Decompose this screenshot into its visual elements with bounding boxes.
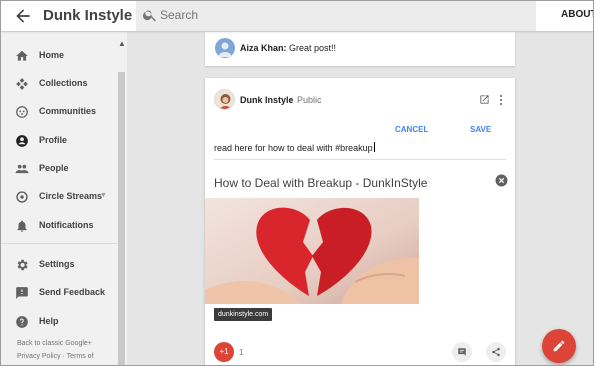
share-icon — [492, 347, 500, 357]
sidebar-item-label: Home — [39, 50, 65, 60]
top-bar: Dunk Instyle Search ABOUT — [1, 1, 593, 31]
sidebar-item-home[interactable]: Home — [1, 45, 117, 67]
sidebar-item-label: Send Feedback — [39, 287, 106, 297]
share-button[interactable] — [486, 342, 506, 362]
sidebar-item-label: Collections — [39, 78, 88, 88]
comment-card: Aiza Khan: Great post!! — [205, 32, 515, 66]
post-edit-text: read here for how to deal with #breakup — [214, 143, 373, 153]
sidebar: ▲ Home Collections Communities Profile P… — [1, 32, 127, 365]
sidebar-item-label: Communities — [39, 106, 97, 116]
pencil-icon — [553, 340, 565, 352]
scroll-up-arrow-icon[interactable]: ▲ — [118, 39, 126, 48]
communities-icon — [16, 106, 28, 118]
sidebar-item-settings[interactable]: Settings — [1, 254, 117, 276]
sidebar-divider — [1, 243, 117, 244]
home-icon — [16, 50, 28, 61]
sidebar-item-collections[interactable]: Collections — [1, 73, 117, 95]
remove-link-icon[interactable] — [495, 174, 508, 187]
plus-one-button[interactable]: +1 — [214, 342, 234, 362]
comment-body: Great post!! — [286, 43, 337, 53]
about-link[interactable]: ABOUT — [561, 9, 593, 20]
app-frame: Dunk Instyle Search ABOUT ▲ Home Collect… — [0, 0, 594, 366]
sidebar-item-circle-streams[interactable]: Circle Streams ▼ — [1, 186, 117, 208]
settings-icon — [17, 259, 28, 271]
sidebar-item-label: People — [39, 163, 69, 173]
text-cursor — [373, 142, 375, 152]
chevron-down-icon[interactable]: ▼ — [100, 192, 107, 199]
post-author[interactable]: Dunk Instyle — [240, 95, 294, 105]
sidebar-item-notifications[interactable]: Notifications — [1, 215, 117, 237]
link-preview-image[interactable] — [205, 198, 419, 304]
feedback-icon — [16, 287, 28, 299]
collections-icon — [16, 78, 28, 90]
broken-heart-image — [205, 198, 419, 304]
notifications-icon — [17, 220, 27, 232]
circle-streams-icon — [16, 191, 28, 203]
sidebar-item-label: Settings — [39, 259, 75, 269]
sidebar-item-help[interactable]: Help — [1, 311, 117, 333]
search-input[interactable]: Search — [160, 8, 198, 22]
person-icon — [218, 42, 232, 57]
plus-one-count: 1 — [239, 348, 244, 357]
sidebar-item-label: Profile — [39, 135, 68, 145]
save-button[interactable]: SAVE — [470, 125, 491, 134]
people-icon — [15, 164, 29, 174]
link-domain-badge[interactable]: dunkinstyle.com — [214, 308, 273, 321]
link-preview-title[interactable]: How to Deal with Breakup - DunkInStyle — [214, 176, 427, 190]
chevron-right-icon: ▸ — [290, 97, 294, 104]
cancel-button[interactable]: CANCEL — [395, 125, 428, 134]
classic-google-plus-link[interactable]: Back to classic Google+ — [17, 340, 92, 347]
help-icon — [16, 316, 28, 328]
footer-links[interactable]: Privacy Policy · Terms of — [17, 353, 94, 360]
person-icon — [219, 94, 232, 109]
sidebar-item-label: Circle Streams — [39, 191, 103, 201]
new-post-fab[interactable] — [542, 329, 576, 363]
open-in-new-icon[interactable] — [479, 94, 490, 105]
more-vert-icon[interactable] — [498, 94, 504, 106]
comment-text: Aiza Khan: Great post!! — [240, 43, 336, 53]
sidebar-item-profile[interactable]: Profile — [1, 130, 117, 152]
avatar[interactable] — [215, 38, 235, 58]
comment-button[interactable] — [452, 342, 472, 362]
post-edit-field[interactable]: read here for how to deal with #breakup — [214, 142, 506, 160]
search-bar[interactable]: Search — [136, 1, 536, 31]
profile-icon — [16, 135, 28, 147]
comment-author[interactable]: Aiza Khan: — [240, 43, 287, 53]
post-card: Dunk Instyle ▸ Public CANCEL SAVE read h… — [205, 78, 515, 365]
avatar[interactable] — [214, 89, 235, 110]
sidebar-scrollbar[interactable] — [118, 72, 125, 365]
post-visibility[interactable]: Public — [297, 95, 322, 105]
sidebar-item-communities[interactable]: Communities — [1, 101, 117, 123]
sidebar-item-label: Notifications — [39, 220, 94, 230]
comment-icon — [458, 348, 466, 356]
app-title[interactable]: Dunk Instyle — [43, 7, 132, 24]
sidebar-item-send-feedback[interactable]: Send Feedback — [1, 282, 117, 304]
search-icon — [142, 10, 156, 22]
back-arrow-icon[interactable] — [13, 6, 33, 26]
sidebar-item-label: Help — [39, 316, 59, 326]
sidebar-item-people[interactable]: People — [1, 158, 117, 180]
